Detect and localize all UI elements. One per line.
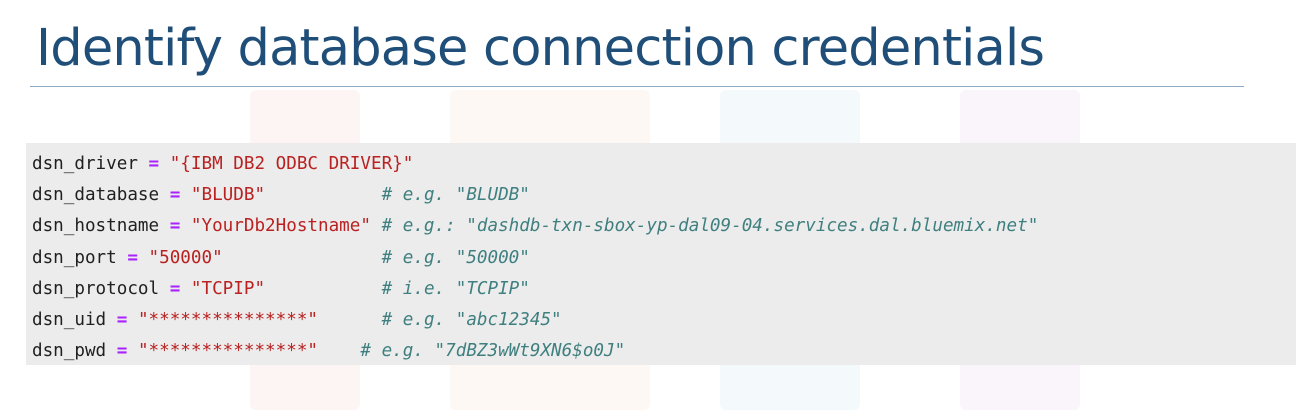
slide-title: Identify database connection credentials <box>36 19 1045 78</box>
code-comment: # e.g.: "dashdb-txn-sbox-yp-dal09-04.ser… <box>381 216 1039 237</box>
string-value: "TCPIP" <box>190 278 266 299</box>
assignment-operator: = <box>116 310 128 331</box>
alignment-spacing <box>318 341 360 361</box>
slide: Identify database connection credentials… <box>0 0 1316 410</box>
variable-name: dsn_port <box>32 247 117 268</box>
alignment-spacing <box>223 248 382 268</box>
string-value: "BLUDB" <box>190 185 266 206</box>
string-value: "***************" <box>137 310 319 331</box>
code-comment: # e.g. "50000" <box>381 247 530 268</box>
string-value: "50000" <box>148 247 223 268</box>
code-comment: # e.g. "7dBZ3wWt9XN6$o0J" <box>360 341 626 362</box>
variable-name: dsn_driver <box>32 154 138 174</box>
string-value: "***************" <box>137 341 319 362</box>
assignment-operator: = <box>169 185 181 206</box>
alignment-spacing <box>265 185 382 205</box>
variable-name: dsn_hostname <box>32 216 160 237</box>
assignment-operator: = <box>127 247 138 268</box>
alignment-spacing <box>318 310 382 330</box>
code-line-dsn-database: dsn_database = "BLUDB" # e.g. "BLUDB" <box>32 180 1296 211</box>
code-comment: # e.g. "BLUDB" <box>381 185 530 206</box>
code-line-dsn-port: dsn_port = "50000" # e.g. "50000" <box>32 243 1296 274</box>
variable-name: dsn_pwd <box>32 341 107 362</box>
code-block: dsn_driver = "{IBM DB2 ODBC DRIVER}" dsn… <box>26 143 1296 365</box>
title-underline <box>30 86 1244 87</box>
code-line-dsn-driver: dsn_driver = "{IBM DB2 ODBC DRIVER}" <box>32 149 1296 180</box>
code-comment: # i.e. "TCPIP" <box>381 278 530 299</box>
alignment-spacing <box>371 216 382 236</box>
assignment-operator: = <box>169 216 181 237</box>
code-comment: # e.g. "abc12345" <box>381 310 562 331</box>
assignment-operator: = <box>169 278 181 299</box>
string-value: "YourDb2Hostname" <box>190 216 371 237</box>
code-line-dsn-hostname: dsn_hostname = "YourDb2Hostname" # e.g.:… <box>32 211 1296 242</box>
code-line-dsn-protocol: dsn_protocol = "TCPIP" # i.e. "TCPIP" <box>32 274 1296 305</box>
variable-name: dsn_uid <box>32 310 107 331</box>
assignment-operator: = <box>116 341 128 362</box>
string-value: "{IBM DB2 ODBC DRIVER}" <box>169 154 414 174</box>
alignment-spacing <box>265 279 382 299</box>
code-line-dsn-uid: dsn_uid = "***************" # e.g. "abc1… <box>32 305 1296 336</box>
code-line-dsn-pwd: dsn_pwd = "***************" # e.g. "7dBZ… <box>32 336 1296 367</box>
variable-name: dsn_protocol <box>32 278 160 299</box>
variable-name: dsn_database <box>32 185 160 206</box>
assignment-operator: = <box>148 154 160 174</box>
